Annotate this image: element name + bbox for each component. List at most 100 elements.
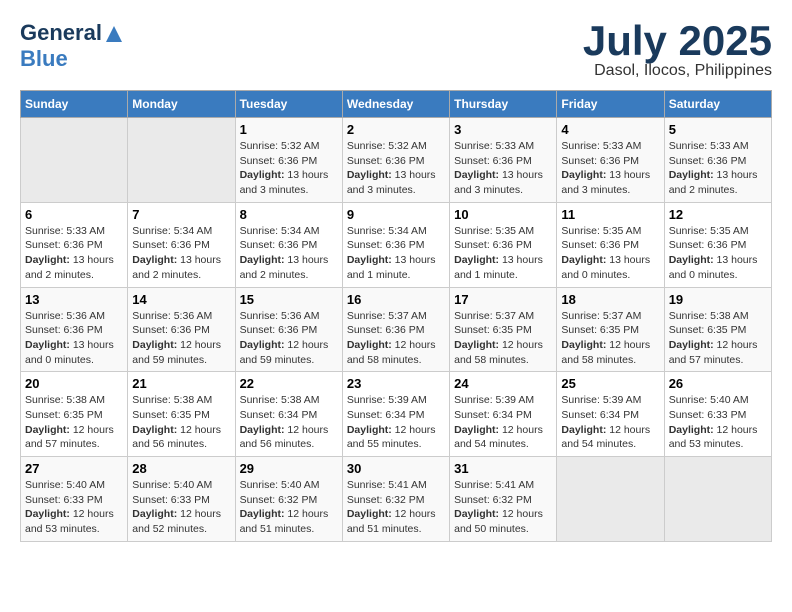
day-info: Sunrise: 5:38 AMSunset: 6:35 PMDaylight:…	[132, 393, 230, 452]
calendar-cell: 26 Sunrise: 5:40 AMSunset: 6:33 PMDayligh…	[664, 372, 771, 457]
day-info: Sunrise: 5:33 AMSunset: 6:36 PMDaylight:…	[25, 224, 123, 283]
day-number: 19	[669, 292, 767, 307]
day-info: Sunrise: 5:34 AMSunset: 6:36 PMDaylight:…	[347, 224, 445, 283]
calendar-cell: 18 Sunrise: 5:37 AMSunset: 6:35 PMDayligh…	[557, 287, 664, 372]
calendar-cell	[557, 457, 664, 542]
logo-icon	[104, 24, 124, 44]
day-info: Sunrise: 5:40 AMSunset: 6:33 PMDaylight:…	[132, 478, 230, 537]
calendar-cell: 8 Sunrise: 5:34 AMSunset: 6:36 PMDaylight…	[235, 202, 342, 287]
day-info: Sunrise: 5:36 AMSunset: 6:36 PMDaylight:…	[132, 309, 230, 368]
day-number: 23	[347, 376, 445, 391]
calendar-cell: 24Sunrise: 5:39 AMSunset: 6:34 PMDayligh…	[450, 372, 557, 457]
calendar-cell: 11Sunrise: 5:35 AMSunset: 6:36 PMDayligh…	[557, 202, 664, 287]
day-number: 29	[240, 461, 338, 476]
logo-blue-text: Blue	[20, 46, 68, 72]
day-number: 26	[669, 376, 767, 391]
day-info: Sunrise: 5:32 AMSunset: 6:36 PMDaylight:…	[347, 139, 445, 198]
day-number: 12	[669, 207, 767, 222]
day-number: 7	[132, 207, 230, 222]
day-info: Sunrise: 5:34 AMSunset: 6:36 PMDaylight:…	[240, 224, 338, 283]
week-row-4: 20Sunrise: 5:38 AMSunset: 6:35 PMDayligh…	[21, 372, 772, 457]
calendar-cell: 16 Sunrise: 5:37 AMSunset: 6:36 PMDayligh…	[342, 287, 449, 372]
calendar-cell: 6 Sunrise: 5:33 AMSunset: 6:36 PMDaylight…	[21, 202, 128, 287]
day-number: 5	[669, 122, 767, 137]
logo: General Blue	[20, 20, 124, 72]
weekday-header-thursday: Thursday	[450, 91, 557, 118]
calendar-cell	[128, 118, 235, 203]
day-info: Sunrise: 5:33 AMSunset: 6:36 PMDaylight:…	[561, 139, 659, 198]
day-info: Sunrise: 5:33 AMSunset: 6:36 PMDaylight:…	[669, 139, 767, 198]
day-number: 17	[454, 292, 552, 307]
week-row-1: 1 Sunrise: 5:32 AMSunset: 6:36 PMDaylight…	[21, 118, 772, 203]
calendar-cell: 19 Sunrise: 5:38 AMSunset: 6:35 PMDayligh…	[664, 287, 771, 372]
calendar-cell: 9 Sunrise: 5:34 AMSunset: 6:36 PMDaylight…	[342, 202, 449, 287]
day-info: Sunrise: 5:34 AMSunset: 6:36 PMDaylight:…	[132, 224, 230, 283]
day-info: Sunrise: 5:40 AMSunset: 6:33 PMDaylight:…	[669, 393, 767, 452]
day-info: Sunrise: 5:38 AMSunset: 6:35 PMDaylight:…	[25, 393, 123, 452]
day-number: 21	[132, 376, 230, 391]
day-number: 16	[347, 292, 445, 307]
day-number: 9	[347, 207, 445, 222]
day-number: 4	[561, 122, 659, 137]
day-info: Sunrise: 5:33 AMSunset: 6:36 PMDaylight:…	[454, 139, 552, 198]
calendar-cell: 21 Sunrise: 5:38 AMSunset: 6:35 PMDayligh…	[128, 372, 235, 457]
day-number: 1	[240, 122, 338, 137]
calendar-cell: 17Sunrise: 5:37 AMSunset: 6:35 PMDayligh…	[450, 287, 557, 372]
day-info: Sunrise: 5:38 AMSunset: 6:35 PMDaylight:…	[669, 309, 767, 368]
day-number: 27	[25, 461, 123, 476]
calendar-cell: 10Sunrise: 5:35 AMSunset: 6:36 PMDayligh…	[450, 202, 557, 287]
day-number: 8	[240, 207, 338, 222]
weekday-header-friday: Friday	[557, 91, 664, 118]
logo-general-text: General	[20, 20, 102, 46]
day-info: Sunrise: 5:39 AMSunset: 6:34 PMDaylight:…	[347, 393, 445, 452]
day-info: Sunrise: 5:41 AMSunset: 6:32 PMDaylight:…	[454, 478, 552, 537]
day-number: 15	[240, 292, 338, 307]
weekday-header-saturday: Saturday	[664, 91, 771, 118]
day-number: 13	[25, 292, 123, 307]
day-number: 31	[454, 461, 552, 476]
calendar-cell: 23 Sunrise: 5:39 AMSunset: 6:34 PMDayligh…	[342, 372, 449, 457]
day-info: Sunrise: 5:32 AMSunset: 6:36 PMDaylight:…	[240, 139, 338, 198]
day-info: Sunrise: 5:36 AMSunset: 6:36 PMDaylight:…	[25, 309, 123, 368]
calendar-cell: 7 Sunrise: 5:34 AMSunset: 6:36 PMDaylight…	[128, 202, 235, 287]
weekday-header-wednesday: Wednesday	[342, 91, 449, 118]
calendar-cell: 14Sunrise: 5:36 AMSunset: 6:36 PMDayligh…	[128, 287, 235, 372]
weekday-header-sunday: Sunday	[21, 91, 128, 118]
calendar-cell: 29 Sunrise: 5:40 AMSunset: 6:32 PMDayligh…	[235, 457, 342, 542]
week-row-5: 27 Sunrise: 5:40 AMSunset: 6:33 PMDayligh…	[21, 457, 772, 542]
day-info: Sunrise: 5:39 AMSunset: 6:34 PMDaylight:…	[454, 393, 552, 452]
calendar-cell: 22 Sunrise: 5:38 AMSunset: 6:34 PMDayligh…	[235, 372, 342, 457]
day-number: 30	[347, 461, 445, 476]
page-header: General Blue July 2025 Dasol, Ilocos, Ph…	[20, 20, 772, 80]
day-info: Sunrise: 5:35 AMSunset: 6:36 PMDaylight:…	[561, 224, 659, 283]
calendar-cell: 15 Sunrise: 5:36 AMSunset: 6:36 PMDayligh…	[235, 287, 342, 372]
calendar-cell: 5 Sunrise: 5:33 AMSunset: 6:36 PMDaylight…	[664, 118, 771, 203]
page-subtitle: Dasol, Ilocos, Philippines	[583, 62, 772, 80]
day-number: 22	[240, 376, 338, 391]
day-info: Sunrise: 5:38 AMSunset: 6:34 PMDaylight:…	[240, 393, 338, 452]
week-row-2: 6 Sunrise: 5:33 AMSunset: 6:36 PMDaylight…	[21, 202, 772, 287]
day-number: 28	[132, 461, 230, 476]
calendar-cell: 3 Sunrise: 5:33 AMSunset: 6:36 PMDaylight…	[450, 118, 557, 203]
calendar-cell: 30Sunrise: 5:41 AMSunset: 6:32 PMDayligh…	[342, 457, 449, 542]
day-info: Sunrise: 5:37 AMSunset: 6:36 PMDaylight:…	[347, 309, 445, 368]
day-info: Sunrise: 5:35 AMSunset: 6:36 PMDaylight:…	[669, 224, 767, 283]
day-number: 10	[454, 207, 552, 222]
day-info: Sunrise: 5:40 AMSunset: 6:33 PMDaylight:…	[25, 478, 123, 537]
day-info: Sunrise: 5:39 AMSunset: 6:34 PMDaylight:…	[561, 393, 659, 452]
calendar-cell: 1 Sunrise: 5:32 AMSunset: 6:36 PMDaylight…	[235, 118, 342, 203]
day-number: 25	[561, 376, 659, 391]
week-row-3: 13 Sunrise: 5:36 AMSunset: 6:36 PMDayligh…	[21, 287, 772, 372]
calendar-cell: 20Sunrise: 5:38 AMSunset: 6:35 PMDayligh…	[21, 372, 128, 457]
day-number: 18	[561, 292, 659, 307]
day-number: 6	[25, 207, 123, 222]
calendar-cell: 28 Sunrise: 5:40 AMSunset: 6:33 PMDayligh…	[128, 457, 235, 542]
day-info: Sunrise: 5:37 AMSunset: 6:35 PMDaylight:…	[561, 309, 659, 368]
day-info: Sunrise: 5:36 AMSunset: 6:36 PMDaylight:…	[240, 309, 338, 368]
day-number: 2	[347, 122, 445, 137]
title-block: July 2025 Dasol, Ilocos, Philippines	[583, 20, 772, 80]
day-number: 3	[454, 122, 552, 137]
day-info: Sunrise: 5:40 AMSunset: 6:32 PMDaylight:…	[240, 478, 338, 537]
calendar-cell: 4 Sunrise: 5:33 AMSunset: 6:36 PMDaylight…	[557, 118, 664, 203]
calendar-cell	[664, 457, 771, 542]
